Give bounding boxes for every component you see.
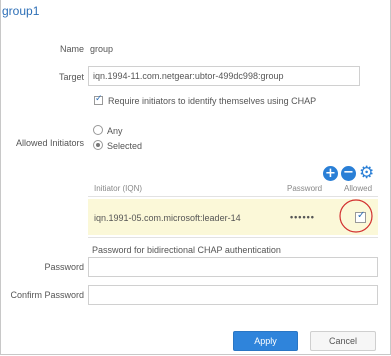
checkmark-icon: ✓ [95, 94, 103, 104]
col-header-iqn: Initiator (IQN) [94, 184, 143, 193]
col-header-allowed: Allowed [344, 184, 373, 193]
target-field[interactable]: iqn.1994-11.com.netgear:ubtor-499dc998:g… [88, 66, 360, 86]
name-label: Name [59, 44, 84, 54]
radio-any[interactable] [93, 125, 103, 135]
add-icon[interactable]: + [323, 166, 338, 181]
apply-button[interactable]: Apply [233, 331, 298, 351]
table-header-divider [88, 196, 378, 197]
remove-icon[interactable]: − [341, 166, 356, 181]
row-iqn: iqn.1991-05.com.microsoft:leader-14 [94, 213, 241, 223]
table-bottom-divider [88, 237, 378, 238]
chap-checkbox-label: Require initiators to identify themselve… [108, 96, 317, 106]
dialog-title: group1 [2, 4, 40, 18]
row-password: •••••• [290, 212, 315, 222]
password-field[interactable] [88, 257, 378, 277]
radio-selected[interactable] [93, 140, 103, 150]
name-value: group [90, 44, 114, 54]
confirm-password-label: Confirm Password [10, 290, 84, 300]
target-label: Target [58, 72, 84, 82]
highlight-circle [339, 199, 373, 233]
password-label: Password [44, 262, 84, 272]
confirm-password-field[interactable] [88, 285, 378, 305]
allowed-initiators-label: Allowed Initiators [15, 138, 84, 148]
cancel-button[interactable]: Cancel [310, 331, 376, 351]
gear-icon[interactable]: ⚙ [359, 165, 374, 182]
col-header-password: Password [287, 184, 323, 193]
radio-selected-label: Selected [107, 141, 143, 151]
chap-checkbox[interactable]: ✓ [94, 94, 103, 105]
radio-any-label: Any [107, 126, 123, 136]
password-note: Password for bidirectional CHAP authenti… [92, 245, 281, 255]
